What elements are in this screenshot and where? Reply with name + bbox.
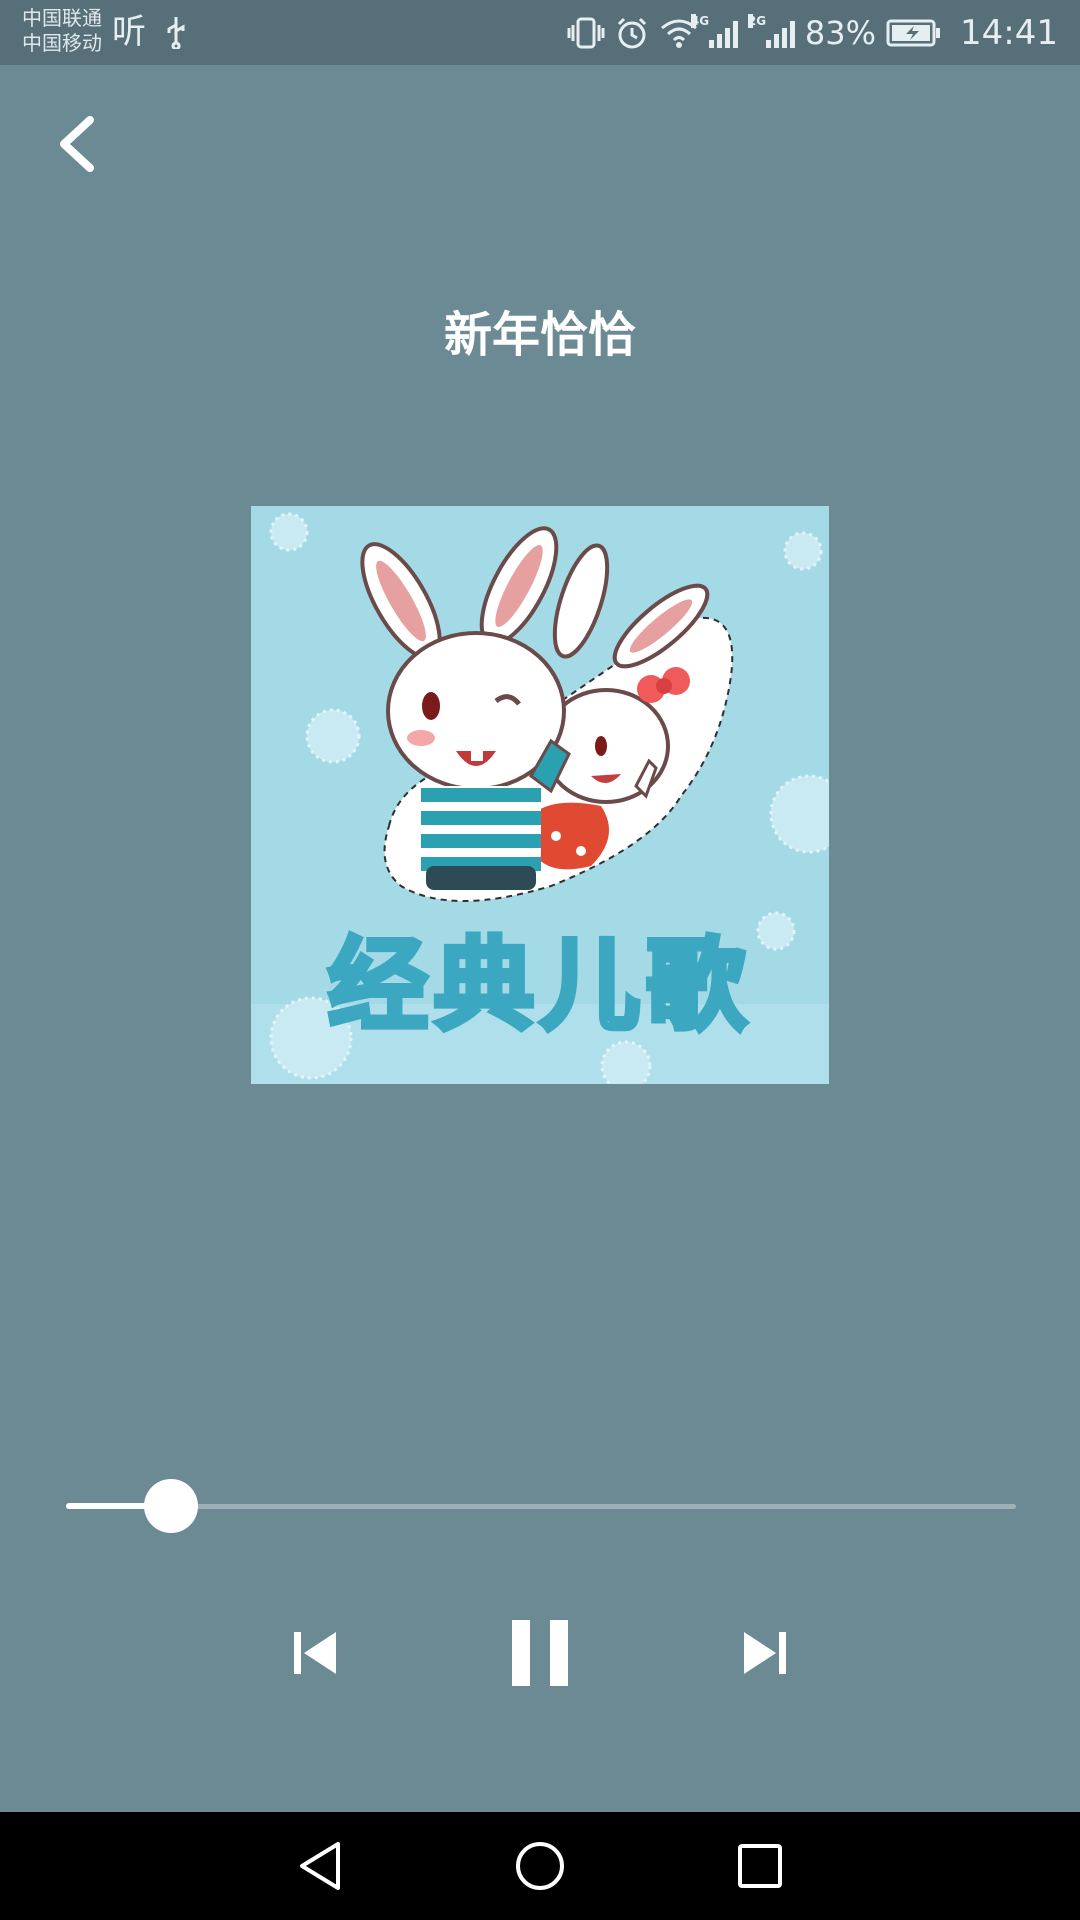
triangle-back-icon bbox=[300, 1842, 340, 1890]
carrier-info: 中国联通 中国移动 bbox=[22, 6, 102, 56]
nav-home-button[interactable] bbox=[508, 1834, 572, 1898]
status-bar: 中国联通 中国移动 听 4G 2G 83% 14:41 bbox=[0, 0, 1080, 65]
battery-percent: 83% bbox=[804, 13, 877, 52]
square-recent-icon bbox=[738, 1844, 782, 1888]
progress-track[interactable] bbox=[66, 1504, 1016, 1509]
ting-icon: 听 bbox=[112, 12, 146, 52]
network-2g-label: 2G bbox=[747, 13, 767, 28]
progress-slider[interactable] bbox=[66, 1478, 1016, 1534]
status-right-icons: 4G 2G 83% 14:41 bbox=[567, 10, 1058, 55]
pause-button[interactable] bbox=[500, 1617, 580, 1689]
skip-next-icon bbox=[744, 1632, 786, 1674]
chevron-left-icon bbox=[60, 116, 94, 172]
clock: 14:41 bbox=[960, 12, 1058, 53]
signal-2g-icon: 2G bbox=[747, 13, 795, 48]
progress-thumb[interactable] bbox=[143, 1479, 198, 1533]
pause-icon bbox=[512, 1620, 568, 1686]
circle-home-icon bbox=[516, 1842, 564, 1890]
carrier-2: 中国移动 bbox=[22, 31, 102, 55]
alarm-icon bbox=[617, 17, 646, 48]
status-left-icons: 听 bbox=[112, 12, 188, 52]
nav-recents-button[interactable] bbox=[728, 1834, 792, 1898]
back-button[interactable] bbox=[48, 108, 108, 180]
nav-back-button[interactable] bbox=[288, 1834, 352, 1898]
network-4g-label: 4G bbox=[690, 13, 710, 28]
previous-button[interactable] bbox=[280, 1617, 350, 1689]
next-button[interactable] bbox=[730, 1617, 800, 1689]
navigation-bar bbox=[0, 1812, 1080, 1920]
battery-icon bbox=[886, 19, 941, 46]
signal-4g-icon: 4G bbox=[690, 13, 738, 48]
song-title: 新年恰恰 bbox=[443, 307, 636, 363]
music-player-screen: 中国联通 中国移动 听 4G 2G 83% 14:41 新年恰恰 经典儿歌 bbox=[0, 0, 1080, 1920]
vibrate-icon bbox=[567, 17, 605, 48]
skip-previous-icon bbox=[294, 1632, 336, 1674]
carrier-1: 中国联通 bbox=[22, 6, 102, 30]
usb-icon bbox=[167, 17, 185, 49]
album-cover: 经典儿歌 bbox=[251, 506, 829, 1084]
album-title-text: 经典儿歌 bbox=[326, 925, 752, 1047]
